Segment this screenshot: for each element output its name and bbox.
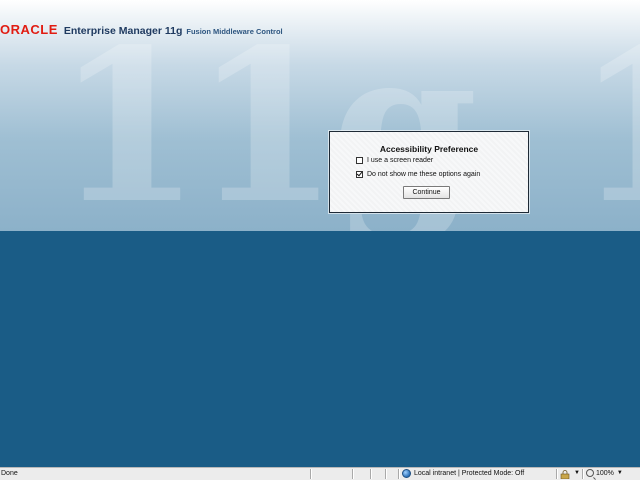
chevron-down-icon[interactable]: ▼ [574, 470, 580, 476]
protected-mode-icon[interactable] [560, 470, 570, 479]
dont-show-again-option[interactable]: Do not show me these options again [356, 171, 480, 178]
zone-text: Local intranet | Protected Mode: Off [414, 470, 525, 477]
security-zone[interactable]: Local intranet | Protected Mode: Off [402, 469, 524, 478]
watermark-fragment: 1 [575, 22, 640, 232]
status-divider [370, 469, 371, 479]
brand-bar: ORACLE Enterprise Manager 11g Fusion Mid… [0, 22, 283, 37]
zoom-level: 100% [596, 469, 614, 477]
screen-reader-label: I use a screen reader [367, 157, 434, 164]
status-divider [310, 469, 311, 479]
status-divider [582, 469, 583, 479]
zoom-control[interactable]: 100% ▼ [586, 469, 623, 477]
accessibility-dialog: Accessibility Preference I use a screen … [329, 131, 529, 213]
status-divider [556, 469, 557, 479]
product-name: Enterprise Manager 11g [63, 25, 183, 37]
status-divider [398, 469, 399, 479]
browser-status-bar: Done Local intranet | Protected Mode: Of… [0, 467, 640, 480]
dialog-title: Accessibility Preference [379, 144, 479, 154]
status-divider [352, 469, 353, 479]
oracle-logo: ORACLE [0, 22, 58, 37]
chevron-down-icon[interactable]: ▼ [617, 470, 623, 476]
globe-icon [402, 469, 411, 478]
dont-show-again-label: Do not show me these options again [367, 171, 481, 178]
dont-show-again-checkbox[interactable] [356, 171, 363, 178]
status-text: Done [1, 470, 18, 477]
status-divider [385, 469, 386, 479]
screen-reader-option[interactable]: I use a screen reader [356, 157, 433, 164]
product-subtitle: Fusion Middleware Control [186, 27, 283, 36]
header-banner: 11g 1 ORACLE Enterprise Manager 11g Fusi… [0, 0, 640, 231]
screen-reader-checkbox[interactable] [356, 157, 363, 164]
continue-button[interactable]: Continue [403, 186, 450, 199]
zoom-icon [586, 469, 594, 477]
